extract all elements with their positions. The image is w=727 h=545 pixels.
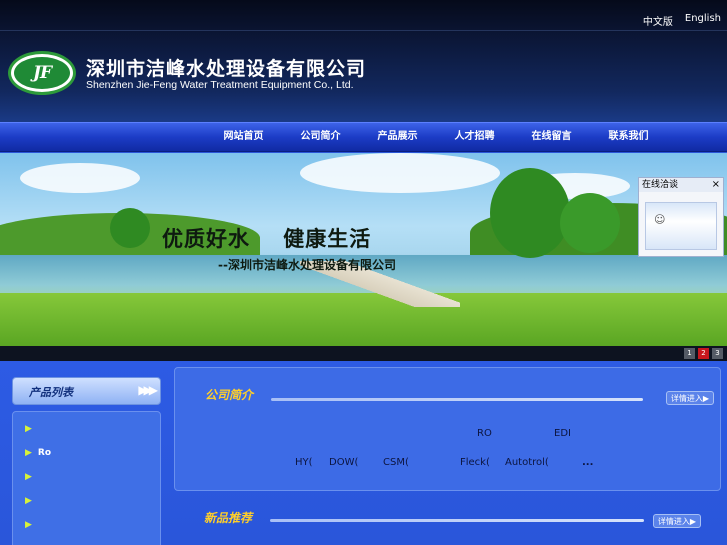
company-logo[interactable]: JF — [8, 51, 76, 95]
bullet-triangle-icon: ▶ — [25, 448, 32, 458]
nav-message[interactable]: 在线留言 — [513, 123, 590, 153]
tree-shape — [490, 168, 570, 258]
banner-slogan: 优质好水 健康生活 — [162, 227, 372, 251]
product-list-header: 产品列表 ▶▶▶ — [12, 377, 161, 405]
title-rule — [270, 519, 644, 522]
bullet-triangle-icon: ▶ — [25, 472, 32, 482]
product-list-item[interactable]: ▶ — [25, 472, 38, 482]
company-name-en: Shenzhen Jie-Feng Water Treatment Equipm… — [86, 79, 354, 91]
nav-jobs[interactable]: 人才招聘 — [436, 123, 513, 153]
bullet-triangle-icon: ▶ — [25, 424, 32, 434]
chat-header: 在线洽谈 × — [639, 178, 723, 192]
online-chat-widget[interactable]: 在线洽谈 × ☺ — [638, 177, 724, 257]
main-nav: 网站首页 公司简介 产品展示 人才招聘 在线留言 联系我们 — [0, 122, 727, 152]
pager-button-1[interactable]: 1 — [684, 348, 695, 359]
language-switch: 中文版 English — [643, 13, 721, 28]
arrows-icon: ▶▶▶ — [138, 383, 158, 397]
nav-about[interactable]: 公司简介 — [282, 123, 359, 153]
new-products-more-button[interactable]: 详情进入▶ — [652, 514, 701, 528]
about-panel: 公司简介 详情进入▶ RO EDI HY( DOW( CSM( Fleck( A… — [174, 367, 721, 491]
nav-home[interactable]: 网站首页 — [205, 123, 282, 153]
company-name-cn: 深圳市洁峰水处理设备有限公司 — [86, 58, 367, 80]
cloud-shape — [300, 153, 500, 193]
product-list-item[interactable]: ▶ — [25, 520, 38, 530]
about-text: Fleck( — [460, 457, 490, 468]
product-list-item[interactable]: ▶ — [25, 424, 38, 434]
title-rule — [271, 398, 643, 401]
tree-shape — [110, 208, 150, 248]
about-text: EDI — [554, 428, 571, 439]
pager-button-2[interactable]: 2 — [698, 348, 709, 359]
tree-shape — [560, 193, 620, 253]
product-list: ▶ ▶ Ro ▶ ▶ ▶ — [12, 411, 161, 545]
banner-subtitle: --深圳市洁峰水处理设备有限公司 — [218, 258, 396, 272]
new-products-title: 新品推荐 — [204, 511, 253, 525]
bullet-triangle-icon: ▶ — [25, 520, 32, 530]
site-header: 中文版 English JF 深圳市洁峰水处理设备有限公司 Shenzhen J… — [0, 0, 727, 122]
lang-english-link[interactable]: English — [685, 13, 721, 28]
banner-pager-bar: 1 2 3 — [0, 346, 727, 361]
about-title: 公司简介 — [205, 388, 254, 402]
chat-body: ☺ — [645, 202, 717, 250]
chat-person-icon[interactable]: ☺ — [654, 213, 716, 226]
chat-title: 在线洽谈 — [642, 180, 679, 190]
hero-banner: 优质好水 健康生活 --深圳市洁峰水处理设备有限公司 — [0, 153, 727, 346]
about-more-button[interactable]: 详情进入▶ — [665, 391, 714, 405]
lang-chinese-link[interactable]: 中文版 — [643, 13, 673, 28]
pager-button-3[interactable]: 3 — [712, 348, 723, 359]
product-list-item[interactable]: ▶ Ro — [25, 448, 51, 458]
cloud-shape — [20, 163, 140, 193]
header-divider — [0, 30, 727, 31]
about-text: DOW( — [329, 457, 359, 468]
about-text: HY( — [295, 457, 313, 468]
about-text: CSM( — [383, 457, 409, 468]
logo-monogram: JF — [14, 57, 70, 89]
main-content: 产品列表 ▶▶▶ ▶ ▶ Ro ▶ ▶ ▶ 公司简介 详情进入▶ RO EDI H… — [0, 361, 727, 545]
close-icon[interactable]: × — [712, 178, 720, 192]
about-text: ... — [582, 457, 594, 468]
nav-products[interactable]: 产品展示 — [359, 123, 436, 153]
about-text: RO — [477, 428, 492, 439]
about-text: Autotrol( — [505, 457, 549, 468]
product-list-item[interactable]: ▶ — [25, 496, 38, 506]
nav-contact[interactable]: 联系我们 — [590, 123, 667, 153]
bullet-triangle-icon: ▶ — [25, 496, 32, 506]
product-list-title: 产品列表 — [29, 386, 73, 399]
